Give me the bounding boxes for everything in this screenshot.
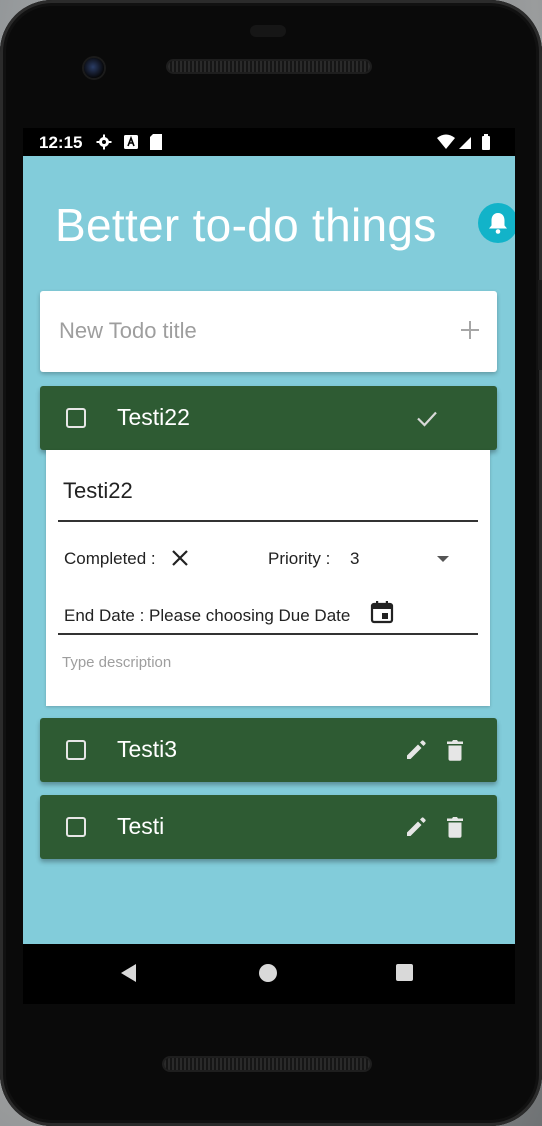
add-todo-button[interactable] (459, 319, 481, 341)
date-underline (58, 633, 478, 635)
proximity-sensor (250, 25, 286, 37)
side-button (538, 280, 542, 370)
sd-card-icon (150, 134, 162, 155)
gear-icon (96, 134, 112, 155)
priority-value: 3 (350, 549, 360, 568)
todo-item[interactable]: Testi22 (40, 386, 497, 450)
check-icon (417, 411, 437, 427)
todo-checkbox[interactable] (66, 740, 86, 760)
wifi-icon (437, 134, 455, 149)
chevron-down-icon (437, 556, 449, 562)
app-title: Better to-do things (55, 199, 437, 251)
completed-toggle[interactable] (170, 548, 190, 572)
battery-icon (482, 134, 490, 150)
signal-icon (459, 137, 471, 149)
new-todo-input[interactable] (57, 317, 441, 345)
trash-icon (447, 817, 463, 838)
completed-label: Completed : (64, 549, 156, 568)
status-time: 12:15 (39, 133, 83, 152)
recents-button[interactable] (396, 964, 413, 981)
todo-title: Testi3 (117, 736, 178, 762)
todo-item[interactable]: Testi3 (40, 718, 497, 782)
status-bar: 12:15 (23, 128, 515, 156)
front-camera (84, 58, 104, 78)
todo-item[interactable]: Testi (40, 795, 497, 859)
status-right-icons (437, 134, 499, 155)
priority-select[interactable]: 3 (348, 549, 460, 571)
todo-detail-panel: Testi22 Completed : Priority : 3 End Dat… (46, 450, 490, 706)
delete-button[interactable] (444, 815, 466, 843)
description-field[interactable]: Type description (62, 654, 171, 671)
calendar-icon (370, 601, 394, 624)
bottom-speaker (164, 1058, 370, 1070)
date-picker-button[interactable] (370, 600, 394, 628)
bell-icon (489, 213, 507, 234)
detail-title-field[interactable]: Testi22 (63, 478, 463, 504)
app-screen: Better to-do things Testi22 (23, 156, 515, 944)
edit-button[interactable] (404, 738, 428, 766)
pencil-icon (407, 740, 426, 759)
todo-title: Testi22 (117, 404, 190, 430)
earpiece-speaker (168, 61, 370, 72)
end-date-label: End Date : Please choosing Due Date (64, 606, 351, 625)
todo-title: Testi (117, 813, 165, 839)
navigation-bar (23, 944, 515, 1004)
priority-label: Priority : (268, 549, 331, 568)
save-todo-button[interactable] (415, 406, 439, 434)
delete-button[interactable] (444, 738, 466, 766)
todo-checkbox[interactable] (66, 817, 86, 837)
new-todo-card (40, 291, 497, 372)
pencil-icon (407, 817, 426, 836)
plus-icon (461, 321, 479, 339)
close-icon (172, 550, 188, 566)
home-button[interactable] (259, 964, 277, 982)
notification-button[interactable] (478, 203, 515, 243)
title-underline (58, 520, 478, 522)
phone-frame: 12:15 Better to-do things New Todo title… (0, 0, 542, 1126)
a-badge-icon (124, 134, 138, 155)
back-button[interactable] (121, 964, 136, 982)
todo-checkbox[interactable] (66, 408, 86, 428)
edit-button[interactable] (404, 815, 428, 843)
trash-icon (447, 740, 463, 761)
